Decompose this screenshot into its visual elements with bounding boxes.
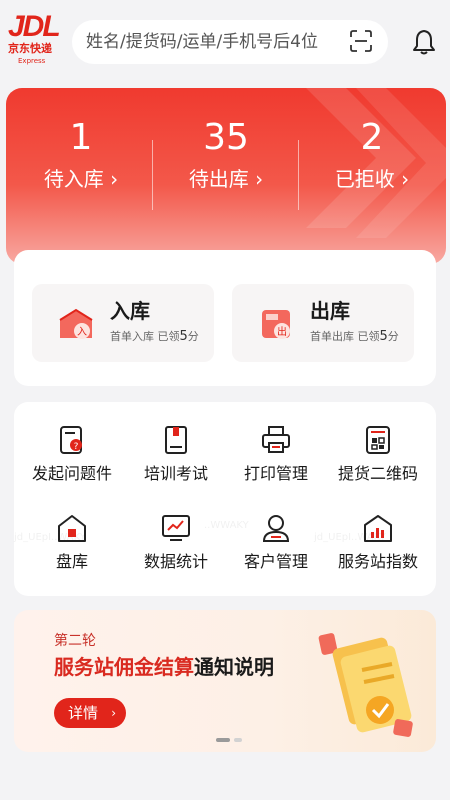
outbound-title: 出库: [310, 299, 350, 323]
grid-item-inventory[interactable]: 盘库: [20, 512, 124, 592]
issue-report-icon: ?: [60, 426, 82, 454]
scan-icon[interactable]: [350, 30, 372, 52]
pending-stats-card: 1 待入库 › 35 待出库 › 2 已拒收 ›: [6, 88, 446, 264]
logo-chinese-text: 京东快递: [8, 42, 52, 55]
inbound-button[interactable]: 入 入库 首单入库 已领5分: [32, 284, 214, 362]
grid-item-station-index[interactable]: 服务站指数: [326, 512, 430, 592]
stat-label: 已拒收 ›: [334, 167, 410, 191]
outbound-subtitle: 首单出库 已领5分: [310, 329, 399, 344]
stat-pending-outbound[interactable]: 35 待出库 ›: [153, 118, 299, 194]
grid-label: 打印管理: [243, 464, 308, 483]
search-placeholder: 姓名/提货码/运单/手机号后4位: [86, 32, 318, 52]
grid-label: 盘库: [55, 552, 88, 571]
statistics-chart-icon: [162, 515, 190, 541]
printer-icon: [262, 426, 290, 453]
outbound-icon: 出: [262, 310, 290, 339]
details-label: 详情: [68, 704, 99, 722]
logo-english-text: Express: [18, 57, 46, 65]
function-grid: jd_UEpI..WAKY ..WWAKY jd_UEpI..WAKY ? 发起…: [14, 402, 436, 596]
grid-label: 客户管理: [243, 552, 308, 571]
top-bar: JDL 京东快递 Express 姓名/提货码/运单/手机号后4位: [0, 0, 450, 84]
grid-item-statistics[interactable]: 数据统计: [124, 512, 228, 592]
promo-banner[interactable]: 第二轮 服务站佣金结算通知说明 详情 ›: [14, 610, 436, 752]
search-input[interactable]: 姓名/提货码/运单/手机号后4位: [72, 20, 388, 64]
grid-item-pickup-qr[interactable]: 提货二维码: [326, 424, 430, 504]
details-button[interactable]: 详情 ›: [54, 698, 126, 728]
inbound-title: 入库: [110, 299, 150, 323]
stat-pending-inbound[interactable]: 1 待入库 ›: [8, 118, 154, 194]
grid-item-customers[interactable]: 客户管理: [224, 512, 328, 592]
banner-title: 服务站佣金结算通知说明: [54, 655, 274, 679]
svg-text:入: 入: [77, 327, 87, 338]
logo-text: JDL: [8, 10, 61, 43]
jdl-logo: JDL 京东快递 Express: [8, 12, 62, 68]
grid-item-print[interactable]: 打印管理: [224, 424, 328, 504]
stat-rejected[interactable]: 2 已拒收 ›: [299, 118, 445, 194]
inventory-house-icon: [58, 515, 86, 542]
station-index-icon: [364, 515, 392, 542]
qr-code-icon: [366, 426, 390, 454]
bell-icon[interactable]: [410, 28, 438, 56]
stat-label: 待出库 ›: [188, 167, 264, 191]
outbound-button[interactable]: 出 出库 首单出库 已领5分: [232, 284, 414, 362]
grid-label: 培训考试: [143, 464, 208, 483]
grid-item-training[interactable]: 培训考试: [124, 424, 228, 504]
inbound-icon: 入: [59, 308, 93, 339]
svg-text:出: 出: [277, 325, 287, 338]
grid-label: 数据统计: [143, 552, 208, 571]
training-book-icon: [165, 426, 187, 454]
stat-value: 35: [203, 117, 249, 158]
chevron-right-icon: ›: [111, 706, 116, 720]
inbound-subtitle: 首单入库 已领5分: [110, 329, 199, 344]
stat-label: 待入库 ›: [43, 167, 119, 191]
svg-text:?: ?: [74, 442, 79, 452]
stat-value: 1: [69, 117, 93, 158]
documents-illustration: [318, 633, 413, 737]
stat-value: 2: [360, 117, 384, 158]
inbound-outbound-card: 入 入库 首单入库 已领5分 出 出库 首单出库 已领5分: [14, 250, 436, 386]
banner-subtitle: 第二轮: [54, 633, 96, 649]
grid-label: 服务站指数: [337, 552, 418, 571]
carousel-indicator: [14, 738, 436, 744]
grid-label: 提货二维码: [337, 464, 418, 483]
grid-item-issue-report[interactable]: ? 发起问题件: [20, 424, 124, 504]
grid-label: 发起问题件: [31, 464, 112, 483]
carousel-dot-active[interactable]: [216, 738, 230, 742]
carousel-dot[interactable]: [234, 738, 242, 742]
customer-icon: [262, 515, 290, 542]
